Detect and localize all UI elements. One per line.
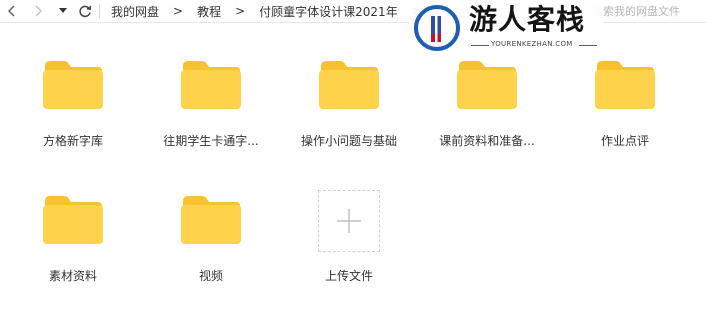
nav-divider bbox=[99, 4, 100, 18]
folder-item[interactable]: 往期学生卡通字... bbox=[152, 60, 270, 172]
watermark-title: 游人客栈 bbox=[469, 3, 586, 36]
refresh-icon bbox=[79, 5, 92, 18]
folder-icon bbox=[595, 61, 655, 109]
chevron-left-icon bbox=[7, 5, 15, 17]
folder-item[interactable]: 作业点评 bbox=[566, 60, 684, 172]
folder-name: 往期学生卡通字... bbox=[163, 134, 259, 148]
folder-icon bbox=[43, 61, 103, 109]
breadcrumb-item-course[interactable]: 付顾童字体设计课2021年 bbox=[251, 3, 406, 20]
file-manager: 我的网盘 > 教程 > 付顾童字体设计课2021年 > 搜索我的网盘文件 游人客… bbox=[0, 0, 706, 323]
history-dropdown[interactable] bbox=[56, 0, 70, 22]
folder-icon bbox=[43, 196, 103, 244]
breadcrumb-separator: > bbox=[235, 4, 246, 18]
upload-file-label: 上传文件 bbox=[324, 269, 373, 283]
breadcrumb-item-tutorials[interactable]: 教程 bbox=[189, 3, 229, 20]
folder-item[interactable]: 方格新字库 bbox=[14, 60, 132, 172]
watermark-subtitle: YOURENKEZHAN.COM bbox=[491, 40, 573, 48]
breadcrumb-separator: > bbox=[173, 4, 184, 18]
folder-item[interactable]: 素材资料 bbox=[14, 195, 132, 307]
breadcrumb: 我的网盘 > 教程 > 付顾童字体设计课2021年 > bbox=[103, 0, 428, 22]
folder-name: 操作小问题与基础 bbox=[300, 134, 397, 148]
folder-icon bbox=[319, 61, 379, 109]
back-button[interactable] bbox=[4, 0, 20, 22]
folder-name: 视频 bbox=[198, 269, 223, 283]
upload-file-item[interactable]: 上传文件 bbox=[290, 190, 408, 302]
search-input[interactable]: 搜索我的网盘文件 bbox=[592, 3, 680, 19]
caret-down-icon bbox=[59, 8, 67, 13]
watermark-rule-left bbox=[471, 45, 489, 46]
upload-drop-box[interactable] bbox=[318, 190, 380, 252]
folder-name: 课前资料和准备... bbox=[439, 134, 535, 148]
folder-name: 作业点评 bbox=[600, 134, 649, 148]
plus-icon bbox=[337, 209, 361, 233]
breadcrumb-item-root[interactable]: 我的网盘 bbox=[103, 3, 167, 20]
folder-item[interactable]: 课前资料和准备... bbox=[428, 60, 546, 172]
watermark-logo: 游人客栈 YOURENKEZHAN.COM bbox=[409, 0, 603, 56]
watermark-mark-icon bbox=[414, 5, 460, 51]
folder-icon bbox=[181, 61, 241, 109]
chevron-right-icon bbox=[35, 5, 43, 17]
folder-name: 素材资料 bbox=[48, 269, 97, 283]
folder-icon bbox=[181, 196, 241, 244]
folder-icon bbox=[457, 61, 517, 109]
forward-button[interactable] bbox=[30, 0, 46, 22]
refresh-button[interactable] bbox=[77, 0, 93, 22]
folder-item[interactable]: 视频 bbox=[152, 195, 270, 307]
folder-name: 方格新字库 bbox=[42, 134, 103, 148]
folder-item[interactable]: 操作小问题与基础 bbox=[290, 60, 408, 172]
watermark-rule-right bbox=[579, 45, 597, 46]
